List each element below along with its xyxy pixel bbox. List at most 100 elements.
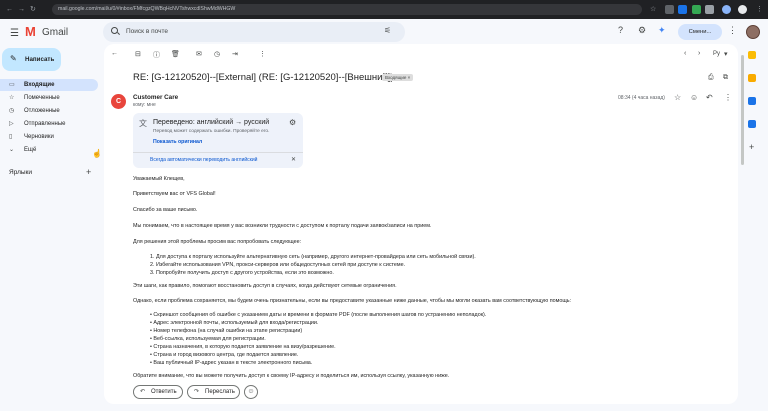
gmail-logo-text[interactable]: Gmail	[42, 27, 68, 39]
next-icon[interactable]: ›	[698, 50, 700, 57]
extension-icon[interactable]	[692, 5, 701, 14]
extension-icon[interactable]	[705, 5, 714, 14]
reply-label: Ответить	[151, 389, 177, 395]
apps-grid-icon[interactable]: ⋮	[728, 25, 737, 36]
list-item-text: Ваш публичный IP-адрес указан в тексте э…	[153, 360, 313, 366]
clock-icon: ◷	[9, 108, 15, 114]
sender-avatar[interactable]: C	[111, 94, 126, 109]
email-paragraph: Приветствуем вас от VFS Global!	[133, 191, 216, 197]
bookmark-star-icon[interactable]: ☆	[650, 0, 656, 19]
snooze-icon[interactable]: ◷	[214, 50, 220, 58]
translation-disclaimer: Перевод может содержать ошибки. Проверяй…	[153, 129, 270, 134]
list-item-text: Страна назначения, в которую подается за…	[153, 344, 336, 350]
list-item: • Веб-ссылка, используемая для регистрац…	[150, 336, 266, 342]
sidebar-item-label: Помеченные	[24, 95, 60, 101]
search-input[interactable]: Поиск в почте	[126, 28, 168, 35]
address-bar[interactable]: mail.google.com/mail/u/0/#inbox/FMfcgzQW…	[52, 4, 642, 15]
search-icon[interactable]	[111, 27, 118, 34]
labels-heading: Ярлыки	[9, 169, 33, 176]
chevron-down-icon: ⌄	[9, 147, 15, 153]
contacts-icon[interactable]	[748, 120, 756, 128]
recipient-line[interactable]: кому: мне	[133, 102, 156, 108]
profile-icon[interactable]	[722, 5, 731, 14]
main-menu-icon[interactable]: ☰	[10, 28, 19, 39]
more-options-icon[interactable]: ⋮	[259, 50, 266, 58]
forward-icon[interactable]: →	[18, 0, 25, 19]
folder-badge[interactable]: Входящие ×	[382, 74, 414, 81]
more-options-icon[interactable]: ⋮	[724, 93, 732, 102]
translation-settings-icon[interactable]: ⚙	[289, 118, 296, 127]
add-addon-icon[interactable]: +	[749, 142, 754, 152]
close-icon[interactable]: ✕	[291, 156, 296, 163]
scrollbar[interactable]	[741, 55, 744, 165]
delete-icon[interactable]: 🗑	[171, 50, 180, 58]
report-spam-icon[interactable]: ⓘ	[153, 50, 160, 60]
extension-icon[interactable]	[665, 5, 674, 14]
extension-icon[interactable]	[738, 5, 747, 14]
gmail-logo-icon[interactable]: M	[25, 25, 36, 39]
list-item: • Скриншот сообщения об ошибке с указани…	[150, 312, 487, 318]
divider	[133, 152, 303, 153]
reload-icon[interactable]: ↻	[30, 0, 36, 19]
back-to-inbox-icon[interactable]: ←	[111, 50, 118, 57]
reply-icon: ↶	[140, 389, 146, 395]
sidebar-item-drafts[interactable]: ▯ Черновики	[0, 131, 98, 143]
email-paragraph: Мы понимаем, что в настоящее время у вас…	[133, 223, 432, 229]
list-item: 1. Для доступа к порталу используйте аль…	[150, 254, 476, 260]
print-icon[interactable]: ⎙	[708, 74, 714, 82]
mark-unread-icon[interactable]: ✉	[196, 50, 202, 58]
open-new-window-icon[interactable]: ⧉	[723, 74, 728, 82]
sidebar-item-more[interactable]: ⌄ Ещё	[0, 144, 98, 156]
reply-button[interactable]: ↶ Ответить	[133, 385, 183, 399]
input-language-selector[interactable]: Ру	[713, 51, 720, 57]
list-item: 2. Избегайте использования VPN, прокси-с…	[150, 262, 406, 268]
list-item: • Номер телефона (на случай ошибки на эт…	[150, 328, 303, 334]
gemini-spark-icon[interactable]: ✦	[658, 25, 666, 36]
list-item-text: Веб-ссылка, используемая для регистрации…	[153, 336, 266, 342]
sidebar-item-label: Ещё	[24, 147, 37, 153]
help-icon[interactable]: ?	[618, 25, 623, 35]
email-paragraph: Однако, если проблема сохраняется, мы бу…	[133, 298, 572, 304]
sidebar-item-starred[interactable]: ☆ Помеченные	[0, 92, 98, 104]
list-item: • Страна и город визового центра, где по…	[150, 352, 299, 358]
emoji-react-icon[interactable]: ☺	[690, 93, 698, 102]
chevron-down-icon[interactable]: ▾	[724, 50, 728, 58]
email-paragraph: Эти шаги, как правило, помогают восстано…	[133, 283, 397, 289]
inbox-icon: ▭	[9, 82, 15, 88]
show-original-link[interactable]: Показать оригинал	[153, 139, 202, 145]
sidebar-item-label: Входящие	[24, 82, 55, 88]
sidebar-item-sent[interactable]: ▷ Отправленные	[0, 118, 98, 130]
account-chip[interactable]: Смени...	[678, 24, 722, 40]
always-translate-link[interactable]: Всегда автоматически переводить английск…	[150, 157, 257, 163]
email-subject: RE: [G-12120520]--[External] (RE: [G-121…	[133, 72, 394, 83]
prev-icon[interactable]: ‹	[684, 50, 686, 57]
email-timestamp: 08:34 (4 часа назад)	[618, 95, 665, 101]
settings-gear-icon[interactable]: ⚙	[638, 25, 646, 36]
search-options-icon[interactable]: ⚟	[384, 26, 391, 35]
emoji-react-button[interactable]: ☺	[244, 385, 258, 399]
keep-icon[interactable]	[748, 74, 756, 82]
reply-icon[interactable]: ↶	[706, 93, 713, 102]
calendar-icon[interactable]	[748, 51, 756, 59]
compose-label: Написать	[25, 56, 55, 63]
list-item: • Страна назначения, в которую подается …	[150, 344, 336, 350]
sidebar-item-label: Черновики	[24, 134, 54, 140]
back-icon[interactable]: ←	[6, 0, 13, 19]
forward-button[interactable]: ↷ Переслать	[187, 385, 240, 399]
star-icon[interactable]: ☆	[674, 93, 681, 102]
archive-icon[interactable]: ⊟	[135, 50, 141, 58]
sidebar-item-inbox[interactable]: ▭ Входящие	[0, 79, 98, 91]
sidebar-item-snoozed[interactable]: ◷ Отложенные	[0, 105, 98, 117]
menu-dots-icon[interactable]: ⋮	[756, 0, 763, 19]
tasks-icon[interactable]	[748, 97, 756, 105]
add-label-icon[interactable]: +	[86, 167, 91, 177]
extension-icon[interactable]	[678, 5, 687, 14]
sender-name[interactable]: Customer Care	[133, 94, 178, 101]
avatar[interactable]	[746, 25, 760, 39]
email-paragraph: Обратите внимание, что вы можете получит…	[133, 373, 450, 379]
send-icon: ▷	[9, 121, 14, 127]
list-item-text: Адрес электронной почты, используемый дл…	[153, 320, 319, 326]
move-to-icon[interactable]: ⇥	[232, 50, 238, 58]
sidebar-item-label: Отложенные	[24, 108, 60, 114]
list-item-text: Страна и город визового центра, где пода…	[153, 352, 299, 358]
